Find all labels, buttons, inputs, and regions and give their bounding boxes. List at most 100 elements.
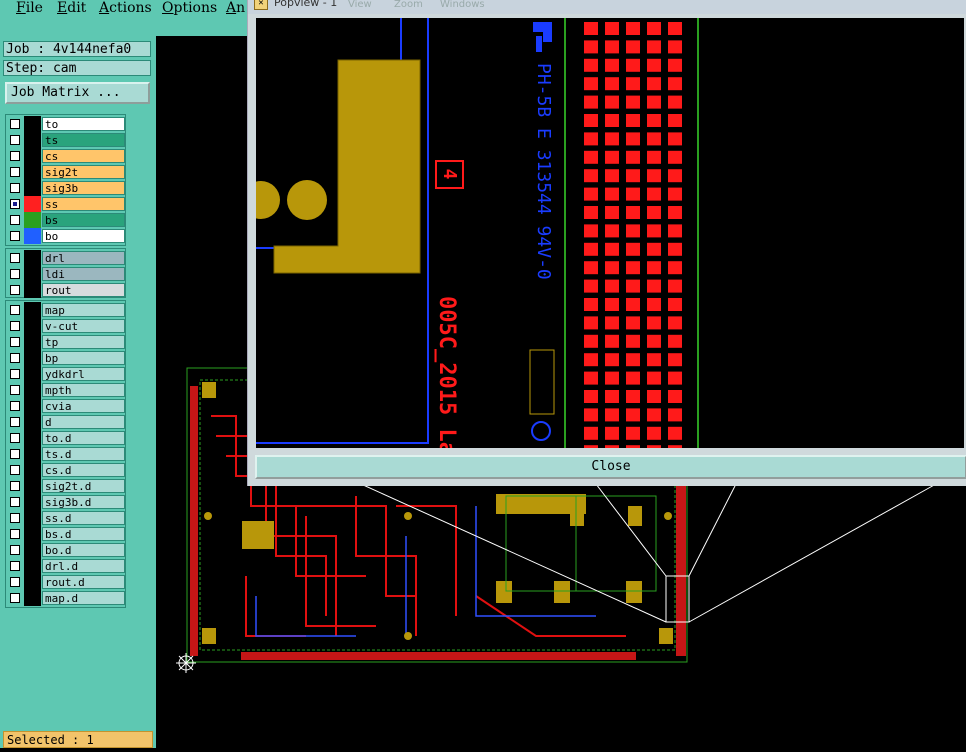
layer-checkbox[interactable] bbox=[10, 199, 20, 209]
layer-checkbox[interactable] bbox=[10, 231, 20, 241]
layer-color-slot[interactable] bbox=[24, 526, 41, 542]
layer-color-slot[interactable] bbox=[24, 350, 41, 366]
layer-name[interactable]: ts.d bbox=[42, 447, 125, 461]
layer-row-rout[interactable]: rout bbox=[6, 282, 125, 298]
layer-name[interactable]: rout bbox=[42, 283, 125, 297]
layer-checkbox[interactable] bbox=[10, 167, 20, 177]
layer-name[interactable]: cvia bbox=[42, 399, 125, 413]
layer-name[interactable]: d bbox=[42, 415, 125, 429]
menu-file[interactable]: File bbox=[16, 0, 43, 16]
layer-row-d[interactable]: d bbox=[6, 414, 125, 430]
layer-name[interactable]: ldi bbox=[42, 267, 125, 281]
layer-color-slot[interactable] bbox=[24, 228, 41, 244]
layer-color-slot[interactable] bbox=[24, 132, 41, 148]
layer-name[interactable]: map.d bbox=[42, 591, 125, 605]
layer-name[interactable]: drl bbox=[42, 251, 125, 265]
layer-checkbox[interactable] bbox=[10, 353, 20, 363]
layer-row-to[interactable]: to bbox=[6, 116, 125, 132]
layer-color-slot[interactable] bbox=[24, 366, 41, 382]
layer-color-slot[interactable] bbox=[24, 414, 41, 430]
layer-checkbox[interactable] bbox=[10, 417, 20, 427]
layer-row-cvia[interactable]: cvia bbox=[6, 398, 125, 414]
layer-checkbox[interactable] bbox=[10, 497, 20, 507]
layer-color-slot[interactable] bbox=[24, 334, 41, 350]
layer-row-bp[interactable]: bp bbox=[6, 350, 125, 366]
layer-color-slot[interactable] bbox=[24, 430, 41, 446]
layer-row-drl.d[interactable]: drl.d bbox=[6, 558, 125, 574]
layer-color-slot[interactable] bbox=[24, 318, 41, 334]
layer-name[interactable]: to.d bbox=[42, 431, 125, 445]
layer-name[interactable]: rout.d bbox=[42, 575, 125, 589]
popview-titlebar[interactable]: ✕ Popview - 1 View Zoom Windows bbox=[248, 0, 966, 14]
job-matrix-button[interactable]: Job Matrix ... bbox=[5, 82, 150, 104]
menu-analysis[interactable]: An bbox=[226, 0, 245, 16]
layer-row-sig2t[interactable]: sig2t bbox=[6, 164, 125, 180]
layer-color-slot[interactable] bbox=[24, 282, 41, 298]
layer-name[interactable]: cs bbox=[42, 149, 125, 163]
layer-color-slot[interactable] bbox=[24, 180, 41, 196]
layer-row-bo.d[interactable]: bo.d bbox=[6, 542, 125, 558]
layer-color-slot[interactable] bbox=[24, 558, 41, 574]
layer-name[interactable]: sig2t bbox=[42, 165, 125, 179]
layer-name[interactable]: sig3b bbox=[42, 181, 125, 195]
layer-name[interactable]: sig3b.d bbox=[42, 495, 125, 509]
layer-color-slot[interactable] bbox=[24, 462, 41, 478]
layer-checkbox[interactable] bbox=[10, 215, 20, 225]
layer-name[interactable]: to bbox=[42, 117, 125, 131]
layer-checkbox[interactable] bbox=[10, 545, 20, 555]
layer-row-ldi[interactable]: ldi bbox=[6, 266, 125, 282]
popview-canvas[interactable]: 4 005C_2015 La PH-5B E 313544 94V-0 bbox=[242, 18, 964, 459]
layer-checkbox[interactable] bbox=[10, 561, 20, 571]
layer-color-slot[interactable] bbox=[24, 148, 41, 164]
layer-row-sig3b.d[interactable]: sig3b.d bbox=[6, 494, 125, 510]
layer-row-cs[interactable]: cs bbox=[6, 148, 125, 164]
layer-row-bs[interactable]: bs bbox=[6, 212, 125, 228]
layer-checkbox[interactable] bbox=[10, 465, 20, 475]
layer-row-rout.d[interactable]: rout.d bbox=[6, 574, 125, 590]
layer-color-slot[interactable] bbox=[24, 542, 41, 558]
layer-checkbox[interactable] bbox=[10, 593, 20, 603]
layer-name[interactable]: bs.d bbox=[42, 527, 125, 541]
layer-color-slot[interactable] bbox=[24, 302, 41, 318]
layer-name[interactable]: sig2t.d bbox=[42, 479, 125, 493]
layer-row-drl[interactable]: drl bbox=[6, 250, 125, 266]
layer-checkbox[interactable] bbox=[10, 529, 20, 539]
layer-row-tp[interactable]: tp bbox=[6, 334, 125, 350]
layer-row-bs.d[interactable]: bs.d bbox=[6, 526, 125, 542]
layer-row-v-cut[interactable]: v-cut bbox=[6, 318, 125, 334]
layer-name[interactable]: cs.d bbox=[42, 463, 125, 477]
layer-row-sig2t.d[interactable]: sig2t.d bbox=[6, 478, 125, 494]
layer-name[interactable]: ss bbox=[42, 197, 125, 211]
layer-name[interactable]: bo.d bbox=[42, 543, 125, 557]
layer-checkbox[interactable] bbox=[10, 449, 20, 459]
layer-checkbox[interactable] bbox=[10, 119, 20, 129]
layer-name[interactable]: v-cut bbox=[42, 319, 125, 333]
layer-color-slot[interactable] bbox=[24, 266, 41, 282]
layer-row-ydkdrl[interactable]: ydkdrl bbox=[6, 366, 125, 382]
layer-checkbox[interactable] bbox=[10, 183, 20, 193]
menu-edit[interactable]: Edit bbox=[57, 0, 86, 16]
layer-row-ts[interactable]: ts bbox=[6, 132, 125, 148]
layer-row-ts.d[interactable]: ts.d bbox=[6, 446, 125, 462]
layer-name[interactable]: bp bbox=[42, 351, 125, 365]
close-button[interactable]: Close bbox=[255, 455, 966, 479]
layer-row-cs.d[interactable]: cs.d bbox=[6, 462, 125, 478]
layer-name[interactable]: map bbox=[42, 303, 125, 317]
layer-row-map.d[interactable]: map.d bbox=[6, 590, 125, 606]
layer-checkbox[interactable] bbox=[10, 385, 20, 395]
menu-options[interactable]: Options bbox=[162, 0, 217, 16]
layer-checkbox[interactable] bbox=[10, 513, 20, 523]
layer-name[interactable]: bs bbox=[42, 213, 125, 227]
layer-checkbox[interactable] bbox=[10, 253, 20, 263]
layer-row-bo[interactable]: bo bbox=[6, 228, 125, 244]
layer-row-sig3b[interactable]: sig3b bbox=[6, 180, 125, 196]
layer-row-mpth[interactable]: mpth bbox=[6, 382, 125, 398]
layer-color-slot[interactable] bbox=[24, 164, 41, 180]
layer-name[interactable]: ydkdrl bbox=[42, 367, 125, 381]
layer-color-slot[interactable] bbox=[24, 590, 41, 606]
popview-menu-zoom[interactable]: Zoom bbox=[394, 0, 423, 10]
layer-checkbox[interactable] bbox=[10, 135, 20, 145]
layer-row-map[interactable]: map bbox=[6, 302, 125, 318]
layer-checkbox[interactable] bbox=[10, 305, 20, 315]
layer-color-slot[interactable] bbox=[24, 478, 41, 494]
